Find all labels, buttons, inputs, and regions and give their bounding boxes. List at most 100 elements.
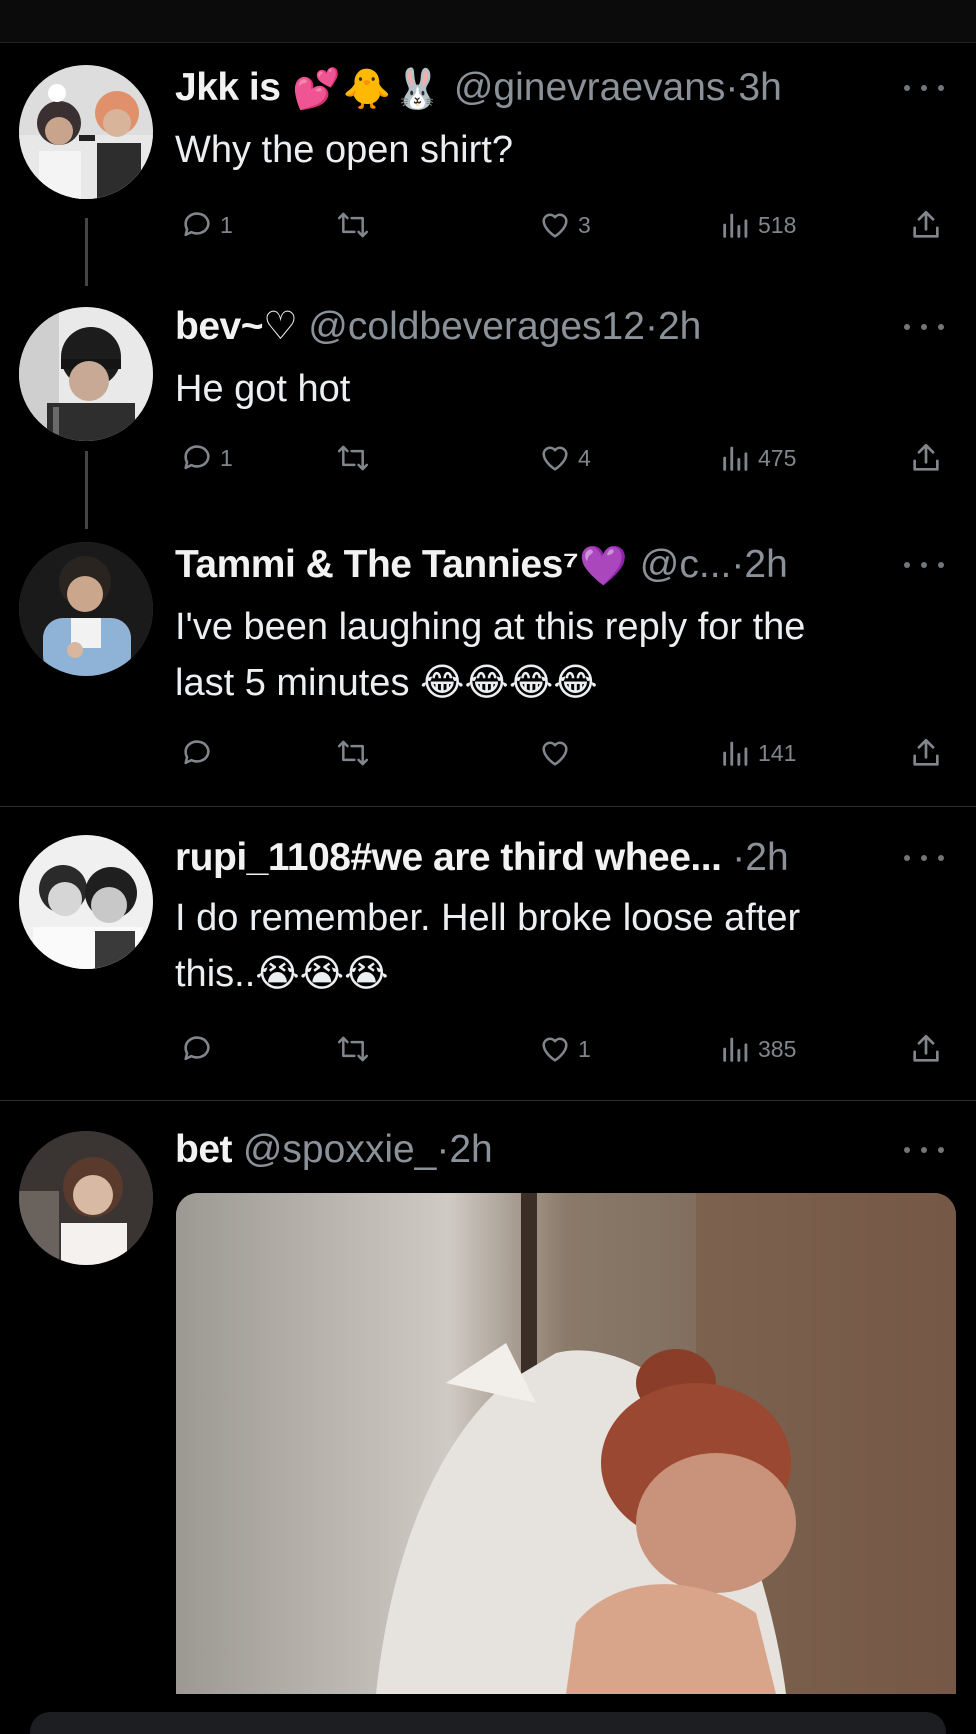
reply-button[interactable] [180, 730, 220, 776]
reply-button[interactable]: 1 [180, 435, 233, 481]
share-button[interactable] [910, 202, 942, 248]
thread-line [85, 218, 88, 286]
handle[interactable]: @spoxxie_ [243, 1128, 437, 1171]
timestamp[interactable]: 2h [744, 543, 787, 586]
emoji: 😭 [255, 953, 300, 995]
heart-icon [538, 441, 572, 475]
like-button[interactable]: 1 [538, 1026, 591, 1072]
emoji: 🐥 [342, 67, 392, 111]
share-icon [910, 441, 942, 475]
display-name[interactable]: bet [175, 1128, 233, 1171]
emoji: 😂 [420, 662, 465, 704]
display-name[interactable]: Tammi & The Tannies⁷ [175, 543, 579, 586]
handle[interactable]: @coldbeverages12 [308, 305, 645, 348]
tweet-media-image[interactable] [176, 1193, 956, 1694]
tweet-header: Jkk is 💕🐥🐰 @ginevraevans·3h [175, 60, 956, 116]
more-icon[interactable] [904, 60, 944, 116]
views-icon [720, 208, 752, 242]
retweet-button[interactable] [335, 435, 377, 481]
reply-count: 1 [220, 444, 233, 471]
tweet-header: bet @spoxxie_·2h [175, 1122, 956, 1178]
emoji: 😂 [508, 662, 554, 704]
avatar[interactable] [19, 835, 153, 969]
display-name[interactable]: Jkk is [175, 66, 281, 109]
reply-count: 1 [220, 211, 233, 238]
share-icon [910, 736, 942, 770]
separator: · [731, 543, 745, 586]
views-count: 385 [758, 1035, 797, 1062]
handle[interactable]: @ginevraevans [454, 66, 726, 109]
tweet-text-line: He got hot [175, 368, 351, 410]
timestamp[interactable]: 3h [738, 66, 781, 109]
retweet-icon [335, 736, 371, 770]
reply-button[interactable]: 1 [180, 202, 233, 248]
reply-icon [180, 208, 214, 242]
reply-icon [180, 441, 214, 475]
timestamp[interactable]: 2h [745, 836, 788, 879]
emoji: 😂 [553, 662, 598, 704]
tweet-1[interactable]: Jkk is 💕🐥🐰 @ginevraevans·3h Why the open… [0, 60, 976, 286]
retweet-button[interactable] [335, 730, 377, 776]
views-icon [720, 441, 752, 475]
tweet-text-line: I do remember. Hell broke loose after [175, 897, 801, 939]
views-button[interactable]: 518 [720, 202, 796, 248]
views-count: 518 [758, 211, 797, 238]
tweet-text: He got hot [175, 361, 955, 417]
tweet-text: I've been laughing at this reply for the… [175, 599, 955, 711]
avatar[interactable] [19, 307, 153, 441]
more-icon[interactable] [904, 299, 944, 355]
like-button[interactable] [538, 730, 578, 776]
tweet-header: bev~♡ @coldbeverages12·2h [175, 299, 956, 355]
emoji: 😭 [299, 953, 345, 995]
tweet-2[interactable]: bev~♡ @coldbeverages12·2h He got hot 1 4… [0, 299, 976, 529]
tweet-3[interactable]: Tammi & The Tannies⁷💜 @c...·2h I've been… [0, 537, 976, 797]
retweet-button[interactable] [335, 1026, 377, 1072]
views-button[interactable]: 141 [720, 730, 796, 776]
heart-icon [538, 1032, 572, 1066]
views-button[interactable]: 475 [720, 435, 796, 481]
timestamp[interactable]: 2h [449, 1128, 492, 1171]
avatar[interactable] [19, 65, 153, 199]
share-button[interactable] [910, 730, 942, 776]
divider [0, 1100, 976, 1101]
like-button[interactable]: 3 [538, 202, 591, 248]
emoji: 😂 [464, 662, 509, 704]
like-button[interactable]: 4 [538, 435, 591, 481]
tweet-header: rupi_1108#we are third whee... ·2h [175, 830, 956, 886]
tweet-text: Why the open shirt? [175, 122, 955, 178]
display-name[interactable]: bev~♡ [175, 305, 298, 348]
more-icon[interactable] [904, 830, 944, 886]
views-icon [720, 736, 752, 770]
retweet-icon [335, 1032, 371, 1066]
tweet-4[interactable]: rupi_1108#we are third whee... ·2h I do … [0, 830, 976, 1090]
tweet-text-line: last 5 minutes 😂😂😂😂 [175, 662, 598, 704]
avatar[interactable] [19, 542, 153, 676]
separator: · [644, 305, 658, 348]
reply-icon [180, 1032, 214, 1066]
handle[interactable]: @c... [640, 543, 732, 586]
separator: · [725, 66, 739, 109]
emoji: 🐰 [393, 67, 442, 111]
divider [0, 806, 976, 807]
views-button[interactable]: 385 [720, 1026, 796, 1072]
heart-icon [538, 736, 572, 770]
more-icon[interactable] [904, 1122, 944, 1178]
separator: · [436, 1128, 450, 1171]
like-count: 1 [578, 1035, 591, 1062]
display-name[interactable]: rupi_1108#we are third whee... [175, 836, 722, 879]
reply-button[interactable] [180, 1026, 220, 1072]
action-bar: 1 385 [175, 1026, 945, 1072]
reply-bar[interactable] [30, 1712, 946, 1734]
top-bar [0, 0, 976, 43]
retweet-button[interactable] [335, 202, 377, 248]
timestamp[interactable]: 2h [658, 305, 701, 348]
emoji: 💜 [579, 544, 628, 588]
share-button[interactable] [910, 1026, 942, 1072]
like-count: 3 [578, 211, 591, 238]
avatar[interactable] [19, 1131, 153, 1265]
reply-icon [180, 736, 214, 770]
share-button[interactable] [910, 435, 942, 481]
views-icon [720, 1032, 752, 1066]
retweet-icon [335, 441, 371, 475]
more-icon[interactable] [904, 537, 944, 593]
